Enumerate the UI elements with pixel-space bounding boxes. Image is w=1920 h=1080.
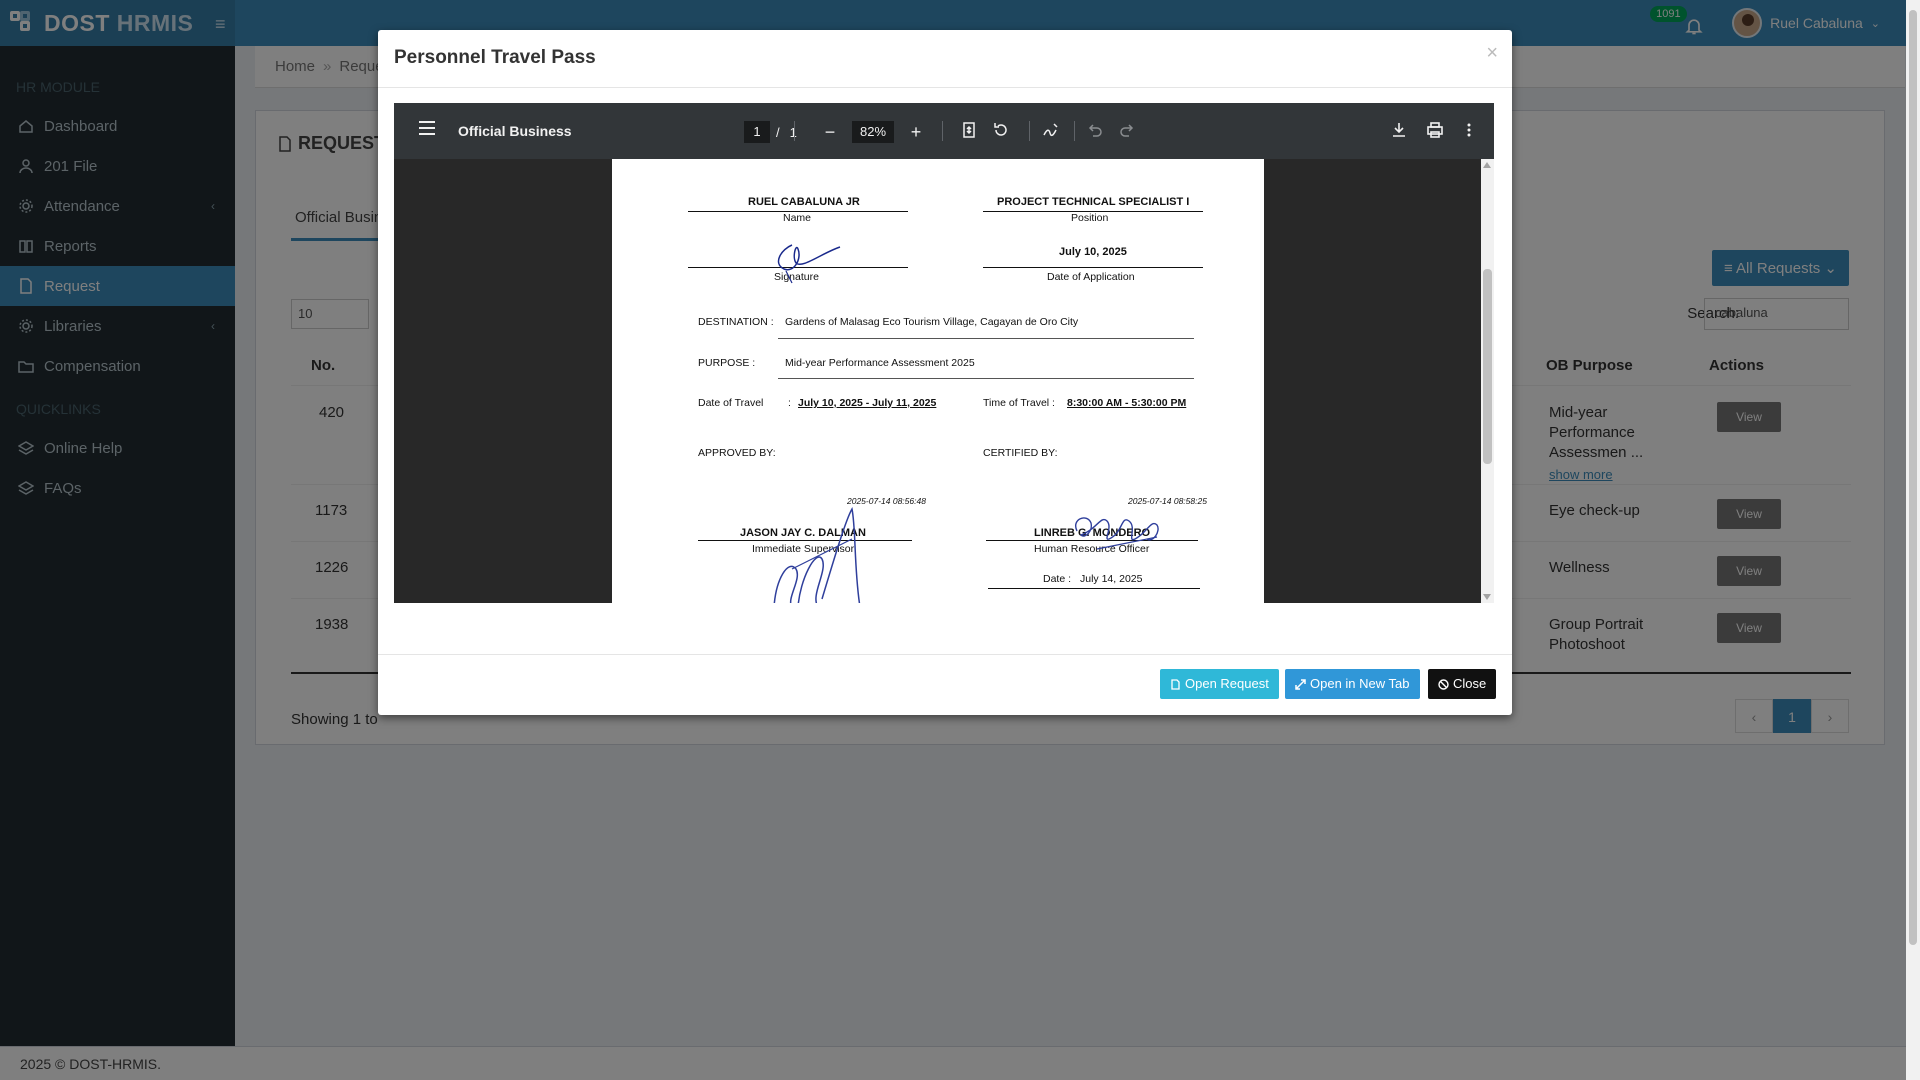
doc-date-of-application-label: Date of Application [1047,271,1135,283]
scroll-down-arrow-icon[interactable] [1483,594,1491,600]
redo-icon[interactable] [1118,121,1138,141]
doc-underline [986,540,1198,541]
toolbar-divider [1029,121,1030,141]
zoom-out-icon[interactable]: − [814,122,846,143]
pdf-document-title: Official Business [458,123,572,139]
doc-approved-by-label: APPROVED BY: [698,447,776,459]
scroll-up-arrow-icon[interactable] [1483,162,1491,168]
doc-employee-name: RUEL CABALUNA JR [748,196,860,208]
travel-pass-modal: Personnel Travel Pass × Official Busines… [378,30,1512,715]
pdf-page: RUEL CABALUNA JR Name PROJECT TECHNICAL … [612,159,1264,603]
toolbar-divider [1074,121,1075,141]
expand-icon [1295,678,1306,690]
doc-approver-timestamp: 2025-07-14 08:56:48 [847,496,926,506]
print-icon[interactable] [1426,121,1446,141]
doc-destination: Gardens of Malasag Eco Tourism Village, … [785,316,1079,328]
pdf-scrollbar[interactable] [1481,159,1494,603]
file-icon [1171,678,1180,690]
doc-name-label: Name [783,212,812,224]
open-in-new-tab-button[interactable]: Open in New Tab [1285,669,1420,699]
doc-colon: : [788,397,791,409]
doc-certifier-title: Human Resource Officer [1034,543,1150,555]
doc-certifier-name: LINREB G. MONDERO [1034,527,1151,539]
doc-underline [983,267,1203,268]
doc-signature-label: Signature [774,271,819,283]
doc-position-label: Position [1071,212,1109,224]
open-request-button[interactable]: Open Request [1160,669,1279,699]
annotate-icon[interactable] [1042,121,1062,141]
doc-purpose-label: PURPOSE : [698,357,756,369]
pdf-page-indicator: 1 / 1 [744,121,797,143]
doc-underline [988,588,1200,589]
pdf-zoom-controls: − 82% + [814,121,932,143]
doc-approver-name: JASON JAY C. DALMAN [740,527,866,539]
doc-underline [698,540,912,541]
more-options-icon[interactable] [1460,121,1480,141]
doc-date-of-application: July 10, 2025 [1059,246,1127,258]
page-scrollbar-thumb[interactable] [1909,10,1917,945]
modal-header: Personnel Travel Pass × [378,30,1512,88]
zoom-level-input[interactable]: 82% [852,121,894,143]
doc-approver-title: Immediate Supervisor [752,543,855,555]
doc-certifier-timestamp: 2025-07-14 08:58:25 [1128,496,1207,506]
doc-time-of-travel: 8:30:00 AM - 5:30:00 PM [1067,397,1187,409]
pdf-viewer: Official Business 1 / 1 − 82% + [394,103,1494,603]
toolbar-divider [794,121,795,141]
page-number-input[interactable]: 1 [744,121,770,143]
page-scrollbar[interactable] [1906,0,1920,1080]
doc-certified-date-label: Date : [1043,573,1072,585]
doc-underline [778,378,1194,379]
doc-destination-label: DESTINATION : [698,316,774,328]
doc-position: PROJECT TECHNICAL SPECIALIST I [997,196,1190,208]
close-icon[interactable]: × [1486,42,1498,65]
doc-underline [778,338,1194,339]
doc-purpose: Mid-year Performance Assessment 2025 [785,357,975,369]
toolbar-divider [942,121,943,141]
modal-footer: Open Request Open in New Tab Close [378,654,1512,715]
doc-date-of-travel: July 10, 2025 - July 11, 2025 [798,397,937,409]
rotate-icon[interactable] [992,121,1012,141]
ban-icon [1438,678,1449,690]
menu-icon[interactable] [419,121,435,135]
doc-underline [688,267,908,268]
doc-certified-by-label: CERTIFIED BY: [983,447,1058,459]
fit-page-icon[interactable] [960,121,980,141]
doc-time-of-travel-label: Time of Travel : [983,397,1055,409]
doc-certified-date: July 14, 2025 [1080,573,1143,585]
page-separator: / [776,124,780,140]
close-button[interactable]: Close [1428,669,1497,699]
pdf-scrollbar-thumb[interactable] [1483,269,1492,464]
download-icon[interactable] [1390,121,1410,141]
zoom-in-icon[interactable]: + [900,122,932,143]
modal-title: Personnel Travel Pass [394,47,596,68]
pdf-toolbar: Official Business 1 / 1 − 82% + [394,103,1494,159]
doc-date-of-travel-label: Date of Travel [698,397,764,409]
undo-icon[interactable] [1086,121,1106,141]
